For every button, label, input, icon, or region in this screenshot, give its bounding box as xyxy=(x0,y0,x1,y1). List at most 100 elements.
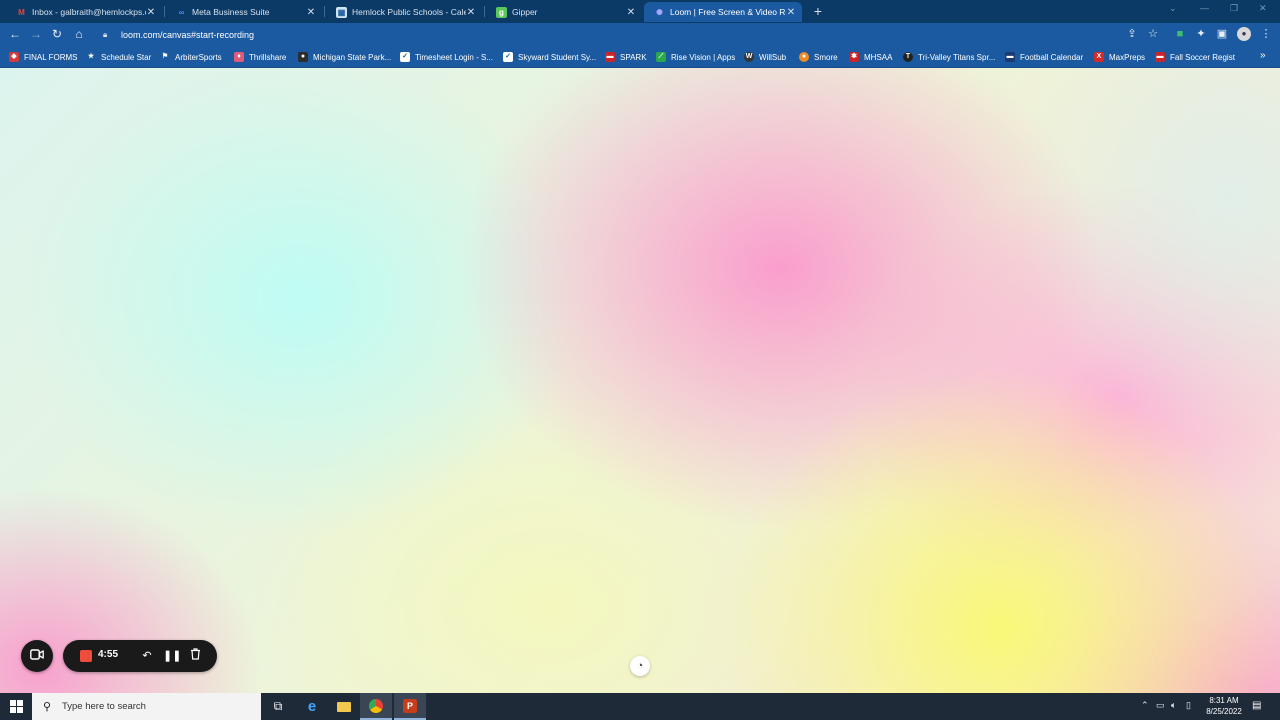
minimize-icon[interactable]: — xyxy=(1200,3,1209,13)
bookmark-favicon-icon: ✱ xyxy=(849,52,859,62)
bookmark-label: MHSAA xyxy=(864,52,893,62)
bookmark-item[interactable]: ▬ Football Calendar xyxy=(1005,50,1083,64)
bookmark-item[interactable]: ● Michigan State Park... xyxy=(298,50,391,64)
taskbar-search-box[interactable]: ⚲ Type here to search xyxy=(32,693,261,720)
bookmark-favicon-icon: ● xyxy=(298,52,308,62)
bookmark-item[interactable]: W WillSub xyxy=(744,50,786,64)
bookmark-item[interactable]: ✱ MHSAA xyxy=(849,50,892,64)
chrome-app-button[interactable] xyxy=(360,693,392,720)
bookmark-label: Smore xyxy=(814,52,838,62)
tab-title: Inbox - galbraith@hemlockps.com xyxy=(32,7,146,17)
calendar-icon: ▦ xyxy=(336,6,347,18)
menu-kebab-icon[interactable]: ⋮ xyxy=(1259,27,1273,41)
powerpoint-app-button[interactable]: P xyxy=(394,693,426,720)
bookmark-item[interactable]: ⟋ Rise Vision | Apps xyxy=(656,50,735,64)
share-icon[interactable]: ⇪ xyxy=(1125,27,1139,41)
taskbar-clock[interactable]: 8:31 AM 8/25/2022 xyxy=(1198,695,1250,717)
tab-inbox[interactable]: M Inbox - galbraith@hemlockps.com ✕ xyxy=(6,2,162,22)
edge-app-button[interactable]: e xyxy=(296,693,328,720)
bookmark-item[interactable]: ✓ Skyward Student Sy... xyxy=(503,50,596,64)
close-window-icon[interactable]: ✕ xyxy=(1259,3,1267,14)
restore-icon[interactable]: ❐ xyxy=(1230,3,1238,14)
tab-hemlock-calendar[interactable]: ▦ Hemlock Public Schools - Calendar ✕ xyxy=(326,2,482,22)
bookmark-favicon-icon: ◆ xyxy=(9,52,19,62)
palette-icon[interactable]: ◔ xyxy=(630,656,650,676)
bookmark-star-icon[interactable]: ☆ xyxy=(1146,27,1160,41)
address-bar[interactable]: 🔒︎ loom.com/canvas#start-recording xyxy=(98,25,1150,44)
close-tab-icon[interactable]: ✕ xyxy=(146,7,156,18)
tab-divider xyxy=(484,6,485,17)
loom-canvas-background xyxy=(0,68,1280,693)
edge-icon: e xyxy=(307,698,317,715)
file-explorer-button[interactable] xyxy=(328,693,360,720)
close-tab-icon[interactable]: ✕ xyxy=(626,7,636,18)
search-placeholder: Type here to search xyxy=(62,701,146,712)
trash-icon[interactable] xyxy=(187,648,203,664)
bookmark-favicon-icon: ★ xyxy=(86,52,96,62)
home-icon[interactable]: ⌂ xyxy=(72,27,86,41)
close-tab-icon[interactable]: ✕ xyxy=(306,7,316,18)
bookmark-label: MaxPreps xyxy=(1109,52,1146,62)
bookmark-item[interactable]: ⚑ ArbiterSports xyxy=(160,50,222,64)
bookmark-favicon-icon: ♦ xyxy=(234,52,244,62)
search-icon: ⚲ xyxy=(42,701,52,713)
bookmark-label: Thrillshare xyxy=(249,52,287,62)
bookmark-item[interactable]: ▬ SPARK xyxy=(605,50,647,64)
bookmark-label: SPARK xyxy=(620,52,647,62)
profile-avatar[interactable]: ● xyxy=(1237,27,1251,41)
tab-gipper[interactable]: g Gipper ✕ xyxy=(486,2,642,22)
bookmark-item[interactable]: ★ Schedule Star xyxy=(86,50,151,64)
battery-icon[interactable]: ▯ xyxy=(1186,700,1191,711)
bookmark-label: Fall Soccer Regist xyxy=(1170,52,1235,62)
lock-icon[interactable]: 🔒︎ xyxy=(103,30,113,40)
chevron-up-icon[interactable]: ⌃ xyxy=(1141,700,1149,711)
network-icon[interactable]: ▭ xyxy=(1156,700,1165,711)
bookmark-favicon-icon: ⟋ xyxy=(656,52,666,62)
bookmark-item[interactable]: ▬ Fall Soccer Regist xyxy=(1155,50,1235,64)
windows-start-button[interactable] xyxy=(0,693,32,720)
loom-icon: ✺ xyxy=(656,7,663,17)
back-icon[interactable]: ← xyxy=(8,27,22,41)
bookmark-item[interactable]: ◆ FINAL FORMS xyxy=(9,50,77,64)
tab-meta-business-suite[interactable]: ∞ Meta Business Suite ✕ xyxy=(166,2,322,22)
stop-recording-button[interactable] xyxy=(80,650,92,662)
tab-title: Meta Business Suite xyxy=(192,7,270,17)
bookmark-favicon-icon: ● xyxy=(799,52,809,62)
extension-icon[interactable]: ■ xyxy=(1173,27,1187,41)
bookmark-label: Football Calendar xyxy=(1020,52,1084,62)
bookmark-item[interactable]: X MaxPreps xyxy=(1094,50,1145,64)
tab-loom[interactable]: ✺ Loom | Free Screen & Video Recording ✕ xyxy=(644,2,802,22)
bookmark-item[interactable]: ● Smore xyxy=(799,50,838,64)
reload-icon[interactable]: ↻ xyxy=(50,27,64,41)
meta-icon: ∞ xyxy=(178,7,185,17)
side-panel-icon[interactable]: ▣ xyxy=(1215,27,1229,41)
bookmarks-overflow-icon[interactable]: » xyxy=(1260,50,1266,61)
pause-icon[interactable]: ❚❚ xyxy=(163,648,181,664)
bookmark-item[interactable]: T Tri-Valley Titans Spr... xyxy=(903,50,995,64)
browser-toolbar: ← → ↻ ⌂ 🔒︎ loom.com/canvas#start-recordi… xyxy=(0,23,1280,46)
close-tab-icon[interactable]: ✕ xyxy=(466,7,476,18)
new-tab-button[interactable]: + xyxy=(811,3,825,19)
forward-icon[interactable]: → xyxy=(29,27,43,41)
bookmark-label: Tri-Valley Titans Spr... xyxy=(918,52,996,62)
bookmark-favicon-icon: ✓ xyxy=(503,52,513,62)
tab-title: Loom | Free Screen & Video Recording xyxy=(670,7,786,17)
bookmark-item[interactable]: ♦ Thrillshare xyxy=(234,50,286,64)
tab-title: Hemlock Public Schools - Calendar xyxy=(352,7,466,17)
restart-icon[interactable]: ↶ xyxy=(139,648,155,664)
camera-toggle-button[interactable] xyxy=(21,640,53,672)
volume-icon[interactable]: 🔈︎ xyxy=(1171,700,1176,711)
tab-divider xyxy=(324,6,325,17)
extensions-puzzle-icon[interactable]: ✦ xyxy=(1194,27,1208,41)
bookmark-favicon-icon: ⚑ xyxy=(160,52,170,62)
notifications-icon[interactable]: ▤ xyxy=(1252,700,1261,711)
tab-strip: M Inbox - galbraith@hemlockps.com ✕ ∞ Me… xyxy=(0,0,1280,23)
task-view-button[interactable]: ⧉ xyxy=(262,693,294,720)
windows-logo-icon xyxy=(9,700,23,713)
windows-taskbar: ⚲ Type here to search ⧉ e P ⌃ ▭ 🔈︎ ▯ 8:3… xyxy=(0,693,1280,720)
bookmark-favicon-icon: T xyxy=(903,52,913,62)
chevron-down-icon[interactable]: ⌄ xyxy=(1169,3,1177,14)
close-tab-icon[interactable]: ✕ xyxy=(786,7,796,18)
gipper-icon: g xyxy=(496,6,507,18)
bookmark-item[interactable]: ✓ Timesheet Login - S... xyxy=(400,50,493,64)
